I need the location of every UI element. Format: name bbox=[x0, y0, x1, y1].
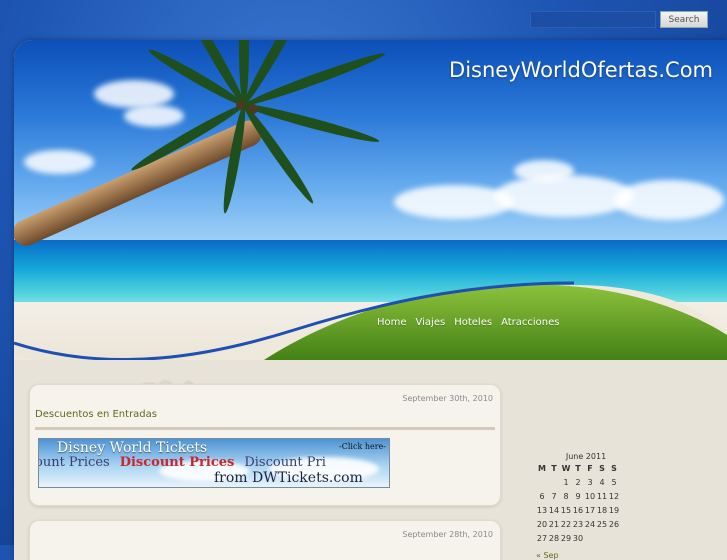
calendar-day: 25 bbox=[596, 520, 608, 529]
calendar-day: 21 bbox=[548, 520, 560, 529]
cloud bbox=[124, 105, 184, 127]
calendar-day-header: M bbox=[538, 464, 546, 473]
site-title[interactable]: DisneyWorldOfertas.Com bbox=[449, 58, 713, 82]
calendar-prev-link[interactable]: « Sep bbox=[536, 551, 636, 560]
calendar-day: 5 bbox=[611, 478, 617, 487]
nav-atracciones[interactable]: Atracciones bbox=[501, 317, 559, 328]
post-card: September 28th, 2010 bbox=[29, 520, 501, 560]
nav-home[interactable]: Home bbox=[377, 317, 407, 328]
calendar-caption: June 2011 bbox=[565, 452, 607, 461]
search-button[interactable]: Search bbox=[660, 11, 708, 28]
search-bar: Search bbox=[530, 11, 708, 28]
calendar-day: 30 bbox=[572, 534, 584, 543]
search-input[interactable] bbox=[530, 11, 656, 28]
banner-from-text: from DWTickets.com bbox=[214, 470, 363, 486]
nav-viajes[interactable]: Viajes bbox=[416, 317, 446, 328]
calendar-day: 4 bbox=[599, 478, 605, 487]
calendar-day bbox=[596, 534, 608, 543]
main-nav: Home Viajes Hoteles Atracciones bbox=[377, 317, 559, 328]
calendar-day-header: W bbox=[561, 464, 571, 473]
calendar-day: 16 bbox=[572, 506, 584, 515]
calendar-day: 8 bbox=[563, 492, 569, 501]
banner-price-line: ount Prices Discount Prices Discount Pri bbox=[38, 455, 326, 470]
cloud bbox=[94, 80, 174, 108]
calendar-day: 10 bbox=[584, 492, 596, 501]
calendar-day: 1 bbox=[563, 478, 569, 487]
calendar-day bbox=[584, 534, 596, 543]
post-card: September 30th, 2010 Descuentos en Entra… bbox=[29, 384, 501, 506]
calendar-day: 17 bbox=[584, 506, 596, 515]
banner-click-here: -Click here- bbox=[339, 442, 386, 451]
calendar-day-header: T bbox=[575, 464, 581, 473]
calendar-day: 6 bbox=[539, 492, 545, 501]
cloud bbox=[614, 180, 724, 220]
calendar-day: 28 bbox=[548, 534, 560, 543]
tickets-banner-ad[interactable]: Disney World Tickets -Click here- ount P… bbox=[38, 438, 390, 488]
calendar-day: 3 bbox=[587, 478, 593, 487]
calendar-day-header: F bbox=[587, 464, 593, 473]
calendar-day bbox=[536, 478, 548, 487]
calendar-day: 18 bbox=[596, 506, 608, 515]
calendar-day: 7 bbox=[551, 492, 557, 501]
post-divider bbox=[35, 427, 495, 430]
nav-hoteles[interactable]: Hoteles bbox=[454, 317, 492, 328]
post-date: September 28th, 2010 bbox=[402, 530, 493, 539]
calendar-day: 12 bbox=[608, 492, 620, 501]
calendar-day: 24 bbox=[584, 520, 596, 529]
calendar-day: 14 bbox=[548, 506, 560, 515]
calendar-day: 19 bbox=[608, 506, 620, 515]
calendar-day-header: S bbox=[599, 464, 605, 473]
post-date: September 30th, 2010 bbox=[402, 394, 493, 403]
page-frame: DisneyWorldOfertas.Com Home Viajes Hotel… bbox=[14, 40, 727, 560]
content-area: ❦ September 30th, 2010 Descuentos en Ent… bbox=[14, 360, 727, 560]
post-title-link[interactable]: Descuentos en Entradas bbox=[35, 409, 157, 420]
header-banner: DisneyWorldOfertas.Com Home Viajes Hotel… bbox=[14, 40, 727, 360]
calendar-day: 11 bbox=[596, 492, 608, 501]
banner-title: Disney World Tickets bbox=[57, 440, 208, 456]
cloud bbox=[494, 175, 634, 217]
cloud bbox=[24, 150, 94, 174]
wave-decoration bbox=[14, 281, 727, 360]
calendar-day: 23 bbox=[572, 520, 584, 529]
cloud bbox=[514, 160, 574, 182]
calendar-widget: June 2011 M T W T F S S 1 2 3 4 5 6 7 8 9 10 11 12 13 14 15 16… bbox=[536, 452, 636, 560]
calendar-day: 26 bbox=[608, 520, 620, 529]
calendar-day: 29 bbox=[560, 534, 572, 543]
calendar-day: 2 bbox=[575, 478, 581, 487]
calendar-day: 15 bbox=[560, 506, 572, 515]
calendar-grid: M T W T F S S 1 2 3 4 5 6 7 8 9 10 11 12 13 14 15 16 17 18 19 20 21… bbox=[536, 464, 636, 543]
calendar-day-header: T bbox=[551, 464, 557, 473]
calendar-day: 13 bbox=[536, 506, 548, 515]
calendar-day bbox=[548, 478, 560, 487]
calendar-day: 22 bbox=[560, 520, 572, 529]
calendar-day: 27 bbox=[536, 534, 548, 543]
calendar-day bbox=[608, 534, 620, 543]
calendar-day: 9 bbox=[575, 492, 581, 501]
calendar-day-header: S bbox=[611, 464, 617, 473]
calendar-day: 20 bbox=[536, 520, 548, 529]
